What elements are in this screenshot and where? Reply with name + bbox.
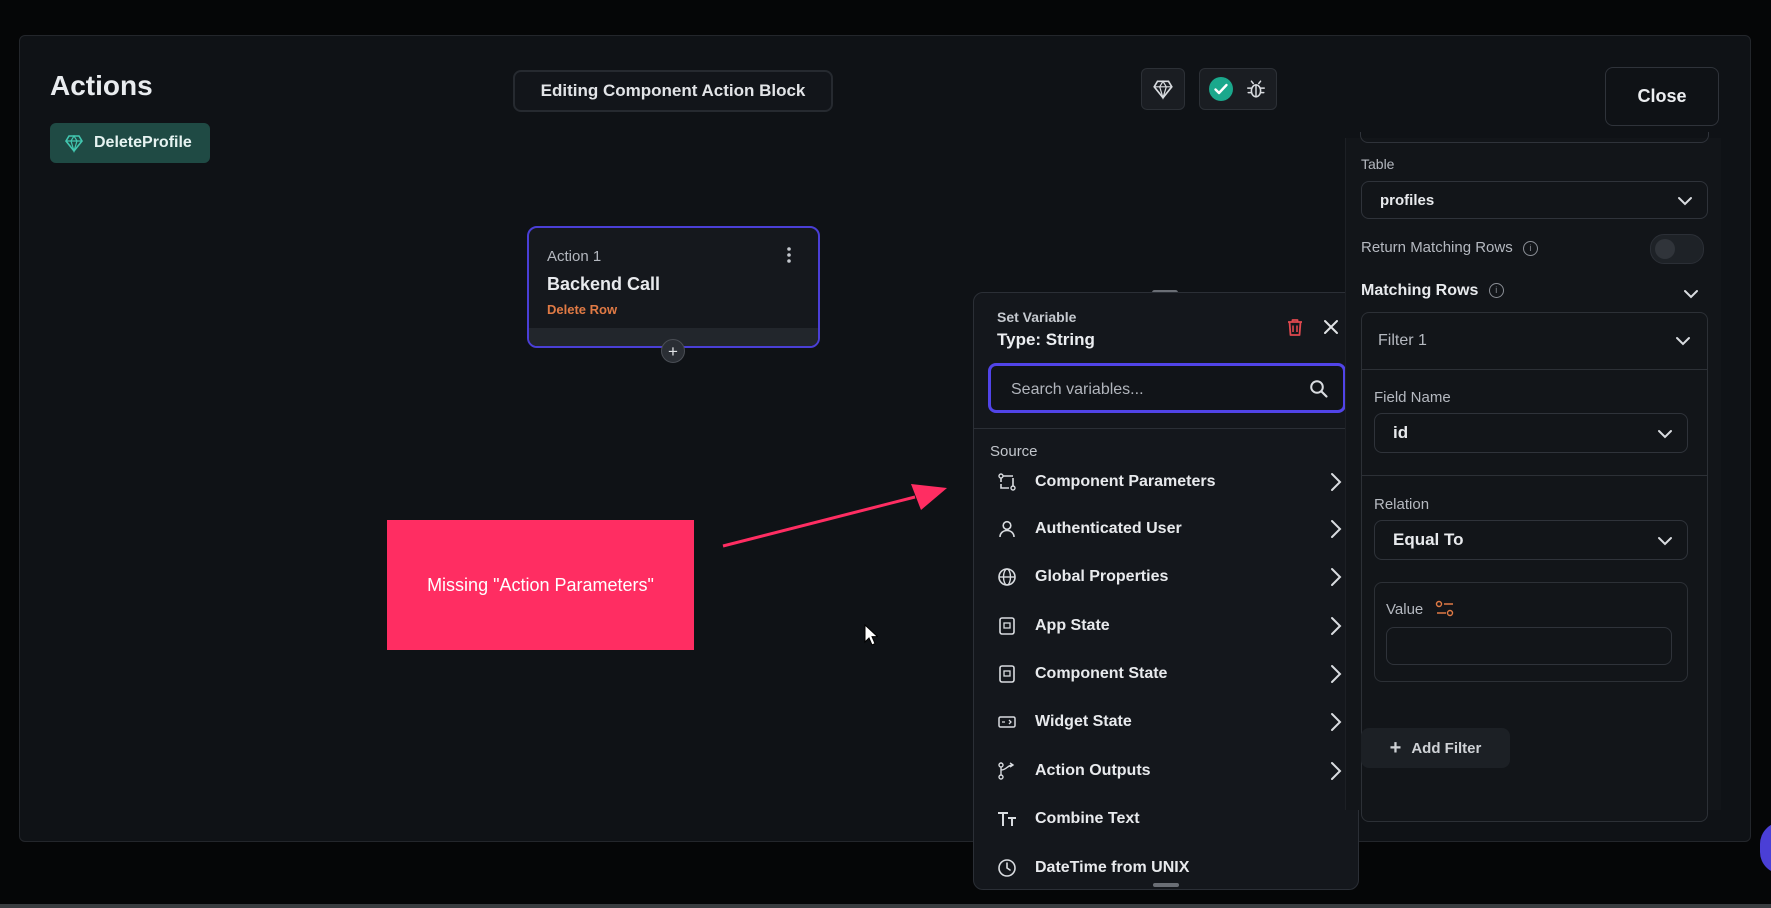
backend-query-settings: Table profiles Return Matching Rows i Ma… bbox=[1345, 132, 1721, 822]
trash-icon[interactable] bbox=[1286, 317, 1304, 342]
gem-icon bbox=[64, 133, 84, 153]
relation-label: Relation bbox=[1374, 496, 1430, 513]
action-chip[interactable]: DeleteProfile bbox=[50, 123, 210, 163]
action-card[interactable]: Action 1 Backend Call Delete Row bbox=[527, 226, 820, 348]
source-item-global-properties[interactable]: Global Properties bbox=[974, 554, 1358, 600]
component-parameters-icon bbox=[996, 471, 1018, 493]
chevron-right-icon bbox=[1331, 762, 1342, 780]
chevron-down-icon bbox=[1678, 197, 1692, 206]
source-item-app-state[interactable]: App State bbox=[974, 603, 1358, 649]
matching-rows-label: Matching Rows i bbox=[1361, 282, 1504, 300]
field-name-select[interactable]: id bbox=[1374, 413, 1688, 453]
bottom-strip bbox=[0, 904, 1771, 908]
chevron-right-icon bbox=[1331, 665, 1342, 683]
search-variables-field[interactable] bbox=[988, 363, 1346, 413]
source-label: Source bbox=[990, 443, 1038, 460]
check-icon[interactable] bbox=[1209, 77, 1233, 101]
user-icon bbox=[996, 518, 1018, 540]
variable-type-label: Type: String bbox=[997, 330, 1095, 349]
modal-title: Actions bbox=[50, 70, 153, 101]
close-icon[interactable] bbox=[1322, 318, 1340, 341]
bug-icon[interactable] bbox=[1245, 78, 1267, 100]
filter-1-header[interactable]: Filter 1 bbox=[1362, 313, 1707, 370]
panel-bottom-handle[interactable] bbox=[1153, 883, 1179, 887]
action-outputs-icon bbox=[996, 760, 1018, 782]
source-item-authenticated-user[interactable]: Authenticated User bbox=[974, 506, 1358, 552]
value-label: Value bbox=[1386, 601, 1424, 618]
more-vertical-icon[interactable] bbox=[786, 246, 792, 266]
chevron-right-icon bbox=[1331, 473, 1342, 491]
value-box: Value bbox=[1374, 582, 1688, 682]
chevron-right-icon bbox=[1331, 713, 1342, 731]
return-matching-rows-label: Return Matching Rows i bbox=[1361, 239, 1538, 256]
field-name-label: Field Name bbox=[1374, 389, 1451, 406]
source-item-combine-text[interactable]: Combine Text bbox=[974, 796, 1358, 842]
chevron-right-icon bbox=[1331, 520, 1342, 538]
plus-icon: + bbox=[1389, 737, 1402, 759]
table-label: Table bbox=[1361, 156, 1395, 172]
source-item-action-outputs[interactable]: Action Outputs bbox=[974, 748, 1358, 794]
close-button[interactable]: Close bbox=[1605, 67, 1719, 126]
editing-label: Editing Component Action Block bbox=[513, 70, 833, 112]
chevron-down-icon bbox=[1676, 337, 1690, 346]
chat-bubble[interactable] bbox=[1760, 822, 1771, 874]
action-card-subtitle: Delete Row bbox=[547, 302, 618, 317]
return-matching-rows-toggle[interactable] bbox=[1650, 234, 1704, 264]
chevron-right-icon bbox=[1331, 617, 1342, 635]
chevron-right-icon bbox=[1331, 568, 1342, 586]
action-card-name: Backend Call bbox=[547, 274, 661, 294]
widget-state-icon bbox=[996, 711, 1018, 733]
chevron-down-icon[interactable] bbox=[1683, 288, 1699, 300]
info-icon[interactable]: i bbox=[1522, 240, 1538, 256]
annotation-callout: Missing "Action Parameters" bbox=[387, 520, 694, 650]
source-item-widget-state[interactable]: Widget State bbox=[974, 699, 1358, 745]
relation-select[interactable]: Equal To bbox=[1374, 520, 1688, 560]
add-filter-button[interactable]: + Add Filter bbox=[1361, 728, 1510, 768]
info-icon[interactable]: i bbox=[1488, 283, 1504, 299]
annotation-arrow bbox=[722, 484, 947, 548]
plus-icon: + bbox=[668, 341, 678, 361]
globe-icon bbox=[996, 566, 1018, 588]
gem-button[interactable] bbox=[1141, 68, 1185, 110]
chevron-down-icon bbox=[1658, 537, 1672, 546]
set-variable-panel: Set Variable Type: String Source Compone… bbox=[973, 292, 1359, 890]
source-item-component-state[interactable]: Component State bbox=[974, 651, 1358, 697]
component-state-icon bbox=[996, 663, 1018, 685]
value-input[interactable] bbox=[1386, 627, 1672, 665]
mouse-cursor-icon bbox=[864, 624, 878, 646]
validation-debug-group[interactable] bbox=[1199, 68, 1277, 110]
variable-settings-icon[interactable] bbox=[1435, 600, 1455, 623]
text-icon bbox=[996, 808, 1018, 830]
panel-divider bbox=[974, 428, 1358, 429]
search-variables-input[interactable] bbox=[1009, 376, 1293, 404]
clock-icon bbox=[996, 857, 1018, 879]
filter-divider bbox=[1362, 475, 1707, 476]
previous-field-edge bbox=[1360, 132, 1709, 143]
source-item-component-parameters[interactable]: Component Parameters bbox=[974, 459, 1358, 505]
add-action-button[interactable]: + bbox=[661, 339, 685, 363]
app-state-icon bbox=[996, 615, 1018, 637]
set-variable-header: Set Variable bbox=[997, 309, 1077, 325]
action-chip-label: DeleteProfile bbox=[94, 134, 192, 151]
action-card-label: Action 1 bbox=[547, 248, 602, 265]
chevron-down-icon bbox=[1658, 430, 1672, 439]
search-icon[interactable] bbox=[1309, 379, 1329, 404]
table-select[interactable]: profiles bbox=[1361, 181, 1708, 219]
gem-icon bbox=[1152, 78, 1174, 100]
